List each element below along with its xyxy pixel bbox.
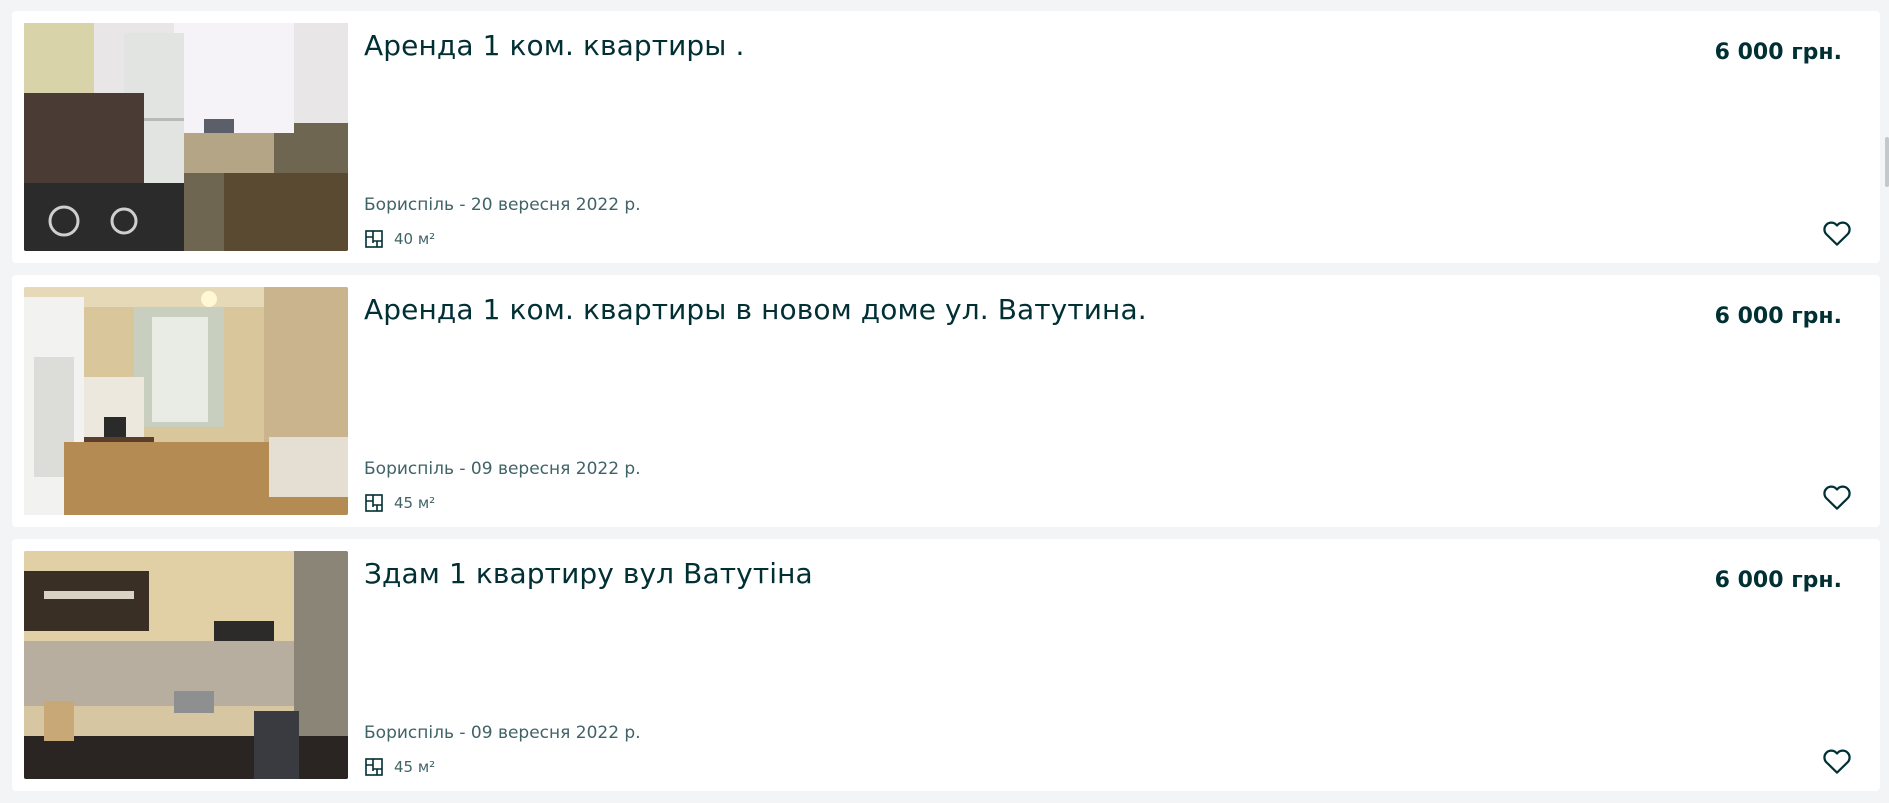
heart-outline-icon[interactable] xyxy=(1822,483,1852,513)
listing-area: 45 м² xyxy=(364,493,435,513)
listing-photo[interactable] xyxy=(24,551,348,779)
listing-price: 6 000 грн. xyxy=(1714,568,1842,593)
scrollbar-thumb[interactable] xyxy=(1885,137,1889,187)
listing-photo[interactable] xyxy=(24,23,348,251)
page-scrollbar[interactable] xyxy=(1883,0,1889,798)
listing-photo[interactable] xyxy=(24,287,348,515)
floor-plan-icon xyxy=(365,758,383,776)
listing-title[interactable]: Аренда 1 ком. квартиры в новом доме ул. … xyxy=(364,293,1147,326)
listing-area: 40 м² xyxy=(364,229,435,249)
listing-price: 6 000 грн. xyxy=(1714,304,1842,329)
listing-area-value: 45 м² xyxy=(394,758,436,776)
listing-area: 45 м² xyxy=(364,757,435,777)
heart-outline-icon[interactable] xyxy=(1822,747,1852,777)
listing-location-date: Бориспіль - 20 вересня 2022 р. xyxy=(364,195,641,215)
listing-area-value: 40 м² xyxy=(394,230,436,248)
listing-card[interactable]: Здам 1 квартиру вул Ватутіна 6 000 грн. … xyxy=(12,539,1880,791)
floor-plan-icon xyxy=(365,494,383,512)
floor-plan-icon xyxy=(365,230,383,248)
listing-price: 6 000 грн. xyxy=(1714,40,1842,65)
listing-title[interactable]: Здам 1 квартиру вул Ватутіна xyxy=(364,557,813,590)
listing-area-value: 45 м² xyxy=(394,494,436,512)
listing-card[interactable]: Аренда 1 ком. квартиры . 6 000 грн. Бори… xyxy=(12,11,1880,263)
heart-outline-icon[interactable] xyxy=(1822,219,1852,249)
listing-location-date: Бориспіль - 09 вересня 2022 р. xyxy=(364,459,641,479)
kitchen-photo xyxy=(24,23,348,251)
listing-list: Аренда 1 ком. квартиры . 6 000 грн. Бори… xyxy=(12,11,1880,803)
kitchen-photo xyxy=(24,551,348,779)
listing-title[interactable]: Аренда 1 ком. квартиры . xyxy=(364,29,745,62)
living-room-photo xyxy=(24,287,348,515)
listing-card[interactable]: Аренда 1 ком. квартиры в новом доме ул. … xyxy=(12,275,1880,527)
listing-location-date: Бориспіль - 09 вересня 2022 р. xyxy=(364,723,641,743)
